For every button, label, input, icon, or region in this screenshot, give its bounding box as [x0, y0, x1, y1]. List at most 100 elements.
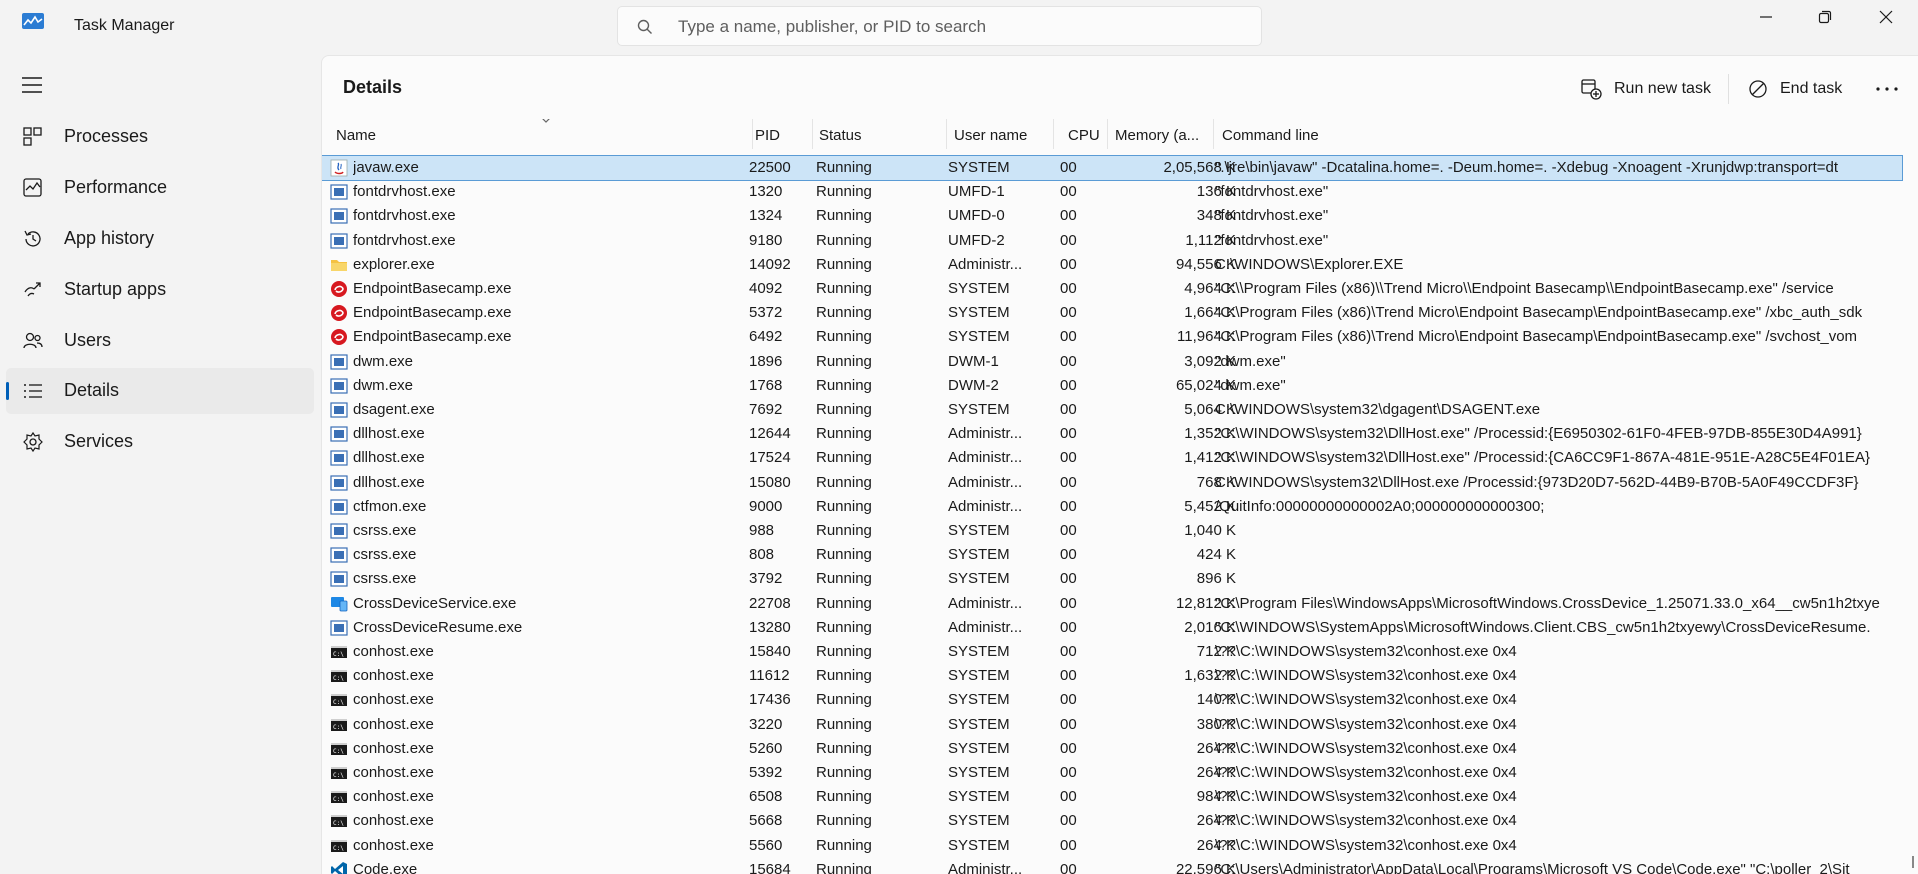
sidebar-item-label: App history: [64, 228, 155, 248]
run-new-task-button[interactable]: Run new task: [1580, 72, 1711, 106]
hamburger-menu-icon[interactable]: [20, 75, 46, 95]
startup-icon: [24, 282, 41, 297]
process-command-line: "C:\Program Files (x86)\Trend Micro\Endp…: [1215, 304, 1863, 322]
table-row[interactable]: csrss.exe 3792 Running SYSTEM 00 896 K: [322, 567, 1902, 591]
sidebar-item-processes[interactable]: Processes: [6, 114, 314, 160]
table-row[interactable]: EndpointBasecamp.exe 6492 Running SYSTEM 00 1…: [322, 325, 1902, 349]
table-row[interactable]: dwm.exe 1768 Running DWM-2 00 65,024 K "dwm.ex…: [322, 374, 1902, 398]
process-name: conhost.exe: [353, 836, 434, 854]
process-command-line: \??\C:\WINDOWS\system32\conhost.exe 0x4: [1215, 788, 1517, 806]
process-user: SYSTEM: [948, 280, 1010, 297]
sidebar-item-services[interactable]: Services: [6, 419, 314, 465]
process-name: conhost.exe: [353, 691, 434, 709]
win-process-icon: [330, 207, 348, 225]
table-row[interactable]: C:\ conhost.exe 5560 Running SYSTEM 00 264 K \?…: [322, 834, 1902, 858]
process-status: Running: [816, 594, 872, 612]
column-header-command-line[interactable]: Command line: [1214, 119, 1918, 149]
console-process-icon: C:\: [330, 764, 348, 782]
process-status: Running: [816, 497, 872, 515]
minimize-button[interactable]: [1742, 0, 1790, 34]
column-header-memory[interactable]: Memory (a...: [1108, 119, 1214, 149]
table-row[interactable]: CrossDeviceResume.exe 13280 Running Adminis…: [322, 616, 1902, 640]
vertical-scrollbar[interactable]: [1912, 856, 1914, 868]
table-row[interactable]: dwm.exe 1896 Running DWM-1 00 3,092 K "dwm.exe…: [322, 350, 1902, 374]
column-header-cpu[interactable]: CPU: [1054, 119, 1108, 149]
table-row[interactable]: C:\ conhost.exe 5260 Running SYSTEM 00 264 K \?…: [322, 737, 1902, 761]
table-row[interactable]: explorer.exe 14092 Running Administr... 00 94…: [322, 253, 1902, 277]
table-row[interactable]: C:\ conhost.exe 6508 Running SYSTEM 00 984 K \?…: [322, 785, 1902, 809]
process-pid: 988: [749, 522, 775, 539]
process-name: dllhost.exe: [353, 425, 425, 443]
table-row[interactable]: EndpointBasecamp.exe 4092 Running SYSTEM 00 4…: [322, 277, 1902, 301]
table-row[interactable]: csrss.exe 988 Running SYSTEM 00 1,040 K: [322, 519, 1902, 543]
column-header-label: CPU: [1068, 127, 1100, 144]
process-pid: 1896: [749, 352, 783, 370]
table-row[interactable]: fontdrvhost.exe 1320 Running UMFD-1 00 136 K "…: [322, 180, 1902, 204]
column-header-pid[interactable]: PID: [748, 119, 813, 149]
sidebar-item-startup-apps[interactable]: Startup apps: [6, 267, 314, 313]
more-options-button[interactable]: [1875, 72, 1911, 106]
process-name: CrossDeviceResume.exe: [353, 618, 523, 636]
end-task-label: End task: [1780, 80, 1843, 97]
search-input[interactable]: [678, 15, 1238, 39]
table-row[interactable]: fontdrvhost.exe 9180 Running UMFD-2 00 1,112 …: [322, 229, 1902, 253]
process-cpu: 00: [1060, 280, 1077, 297]
table-row[interactable]: CrossDeviceService.exe 22708 Running Admini…: [322, 592, 1902, 616]
table-row[interactable]: javaw.exe 22500 Running SYSTEM 00 2,05,568 K "…: [322, 154, 1903, 182]
process-cpu: 00: [1060, 739, 1077, 757]
sidebar-item-app-history[interactable]: App history: [6, 216, 314, 262]
table-row[interactable]: Code.exe 15684 Running Administr... 00 22,596…: [322, 858, 1902, 874]
table-row[interactable]: dllhost.exe 15080 Running Administr... 00 768…: [322, 471, 1902, 495]
table-row[interactable]: C:\ conhost.exe 5392 Running SYSTEM 00 264 K \?…: [322, 761, 1902, 785]
users-icon: [23, 332, 43, 349]
console-process-icon: C:\: [330, 812, 348, 830]
process-user: SYSTEM: [948, 764, 1010, 781]
table-row[interactable]: C:\ conhost.exe 3220 Running SYSTEM 00 380 K \?…: [322, 713, 1902, 737]
table-row[interactable]: fontdrvhost.exe 1324 Running UMFD-0 00 348 K "…: [322, 204, 1902, 228]
process-pid: 9180: [749, 231, 783, 249]
sidebar-item-performance[interactable]: Performance: [6, 165, 314, 211]
column-header-label: Command line: [1222, 127, 1319, 144]
performance-icon: [23, 178, 42, 197]
column-header-user-name[interactable]: User name: [947, 119, 1054, 149]
process-status: Running: [816, 401, 872, 418]
table-row[interactable]: C:\ conhost.exe 15840 Running SYSTEM 00 712 K \…: [322, 640, 1902, 664]
process-cpu: 00: [1060, 667, 1077, 685]
process-pid: 5392: [749, 764, 783, 781]
table-row[interactable]: csrss.exe 808 Running SYSTEM 00 424 K: [322, 543, 1902, 567]
table-row[interactable]: C:\ conhost.exe 11612 Running SYSTEM 00 1,632 …: [322, 664, 1902, 688]
table-row[interactable]: C:\ conhost.exe 5668 Running SYSTEM 00 264 K \?…: [322, 809, 1902, 833]
process-command-line: "C:\Users\Administrator\AppData\Local\Pr…: [1215, 860, 1850, 874]
column-header-status[interactable]: Status: [813, 119, 947, 149]
sidebar-item-users[interactable]: Users: [6, 318, 314, 364]
table-header: Name PID Status User name CPU Memory (a.…: [322, 119, 1918, 149]
column-header-name[interactable]: Name: [336, 119, 753, 149]
process-name: CrossDeviceService.exe: [353, 594, 517, 612]
restore-button[interactable]: [1801, 0, 1849, 34]
process-pid: 1768: [749, 376, 783, 394]
sort-descending-icon: [542, 119, 550, 123]
table-row[interactable]: ctfmon.exe 9000 Running Administr... 00 5,452…: [322, 495, 1902, 519]
table-row[interactable]: dllhost.exe 17524 Running Administr... 00 1,4…: [322, 446, 1902, 470]
process-status: Running: [816, 643, 872, 660]
svg-text:C:\: C:\: [333, 651, 344, 658]
close-icon: [1879, 10, 1893, 24]
close-button[interactable]: [1862, 0, 1910, 34]
svg-text:C:\: C:\: [333, 748, 344, 755]
end-task-button[interactable]: End task: [1748, 72, 1842, 106]
sidebar-item-details[interactable]: Details: [6, 368, 314, 414]
console-process-icon: C:\: [330, 740, 348, 758]
process-name: conhost.exe: [353, 643, 434, 660]
table-row[interactable]: dsagent.exe 7692 Running SYSTEM 00 5,064 K C:\…: [322, 398, 1902, 422]
process-command-line: \??\C:\WINDOWS\system32\conhost.exe 0x4: [1215, 667, 1517, 685]
table-row[interactable]: EndpointBasecamp.exe 5372 Running SYSTEM 00 1…: [322, 301, 1902, 325]
search-box[interactable]: [617, 6, 1262, 46]
table-row[interactable]: C:\ conhost.exe 17436 Running SYSTEM 00 140 K \…: [322, 688, 1902, 712]
process-command-line: /QuitInfo:00000000000002A0;0000000000003…: [1215, 497, 1545, 515]
process-pid: 14092: [749, 255, 791, 273]
process-command-line: C:\WINDOWS\system32\dgagent\DSAGENT.exe: [1215, 401, 1541, 418]
process-status: Running: [816, 255, 872, 273]
process-cpu: 00: [1060, 304, 1077, 322]
process-status: Running: [816, 667, 872, 685]
table-row[interactable]: dllhost.exe 12644 Running Administr... 00 1,3…: [322, 422, 1902, 446]
